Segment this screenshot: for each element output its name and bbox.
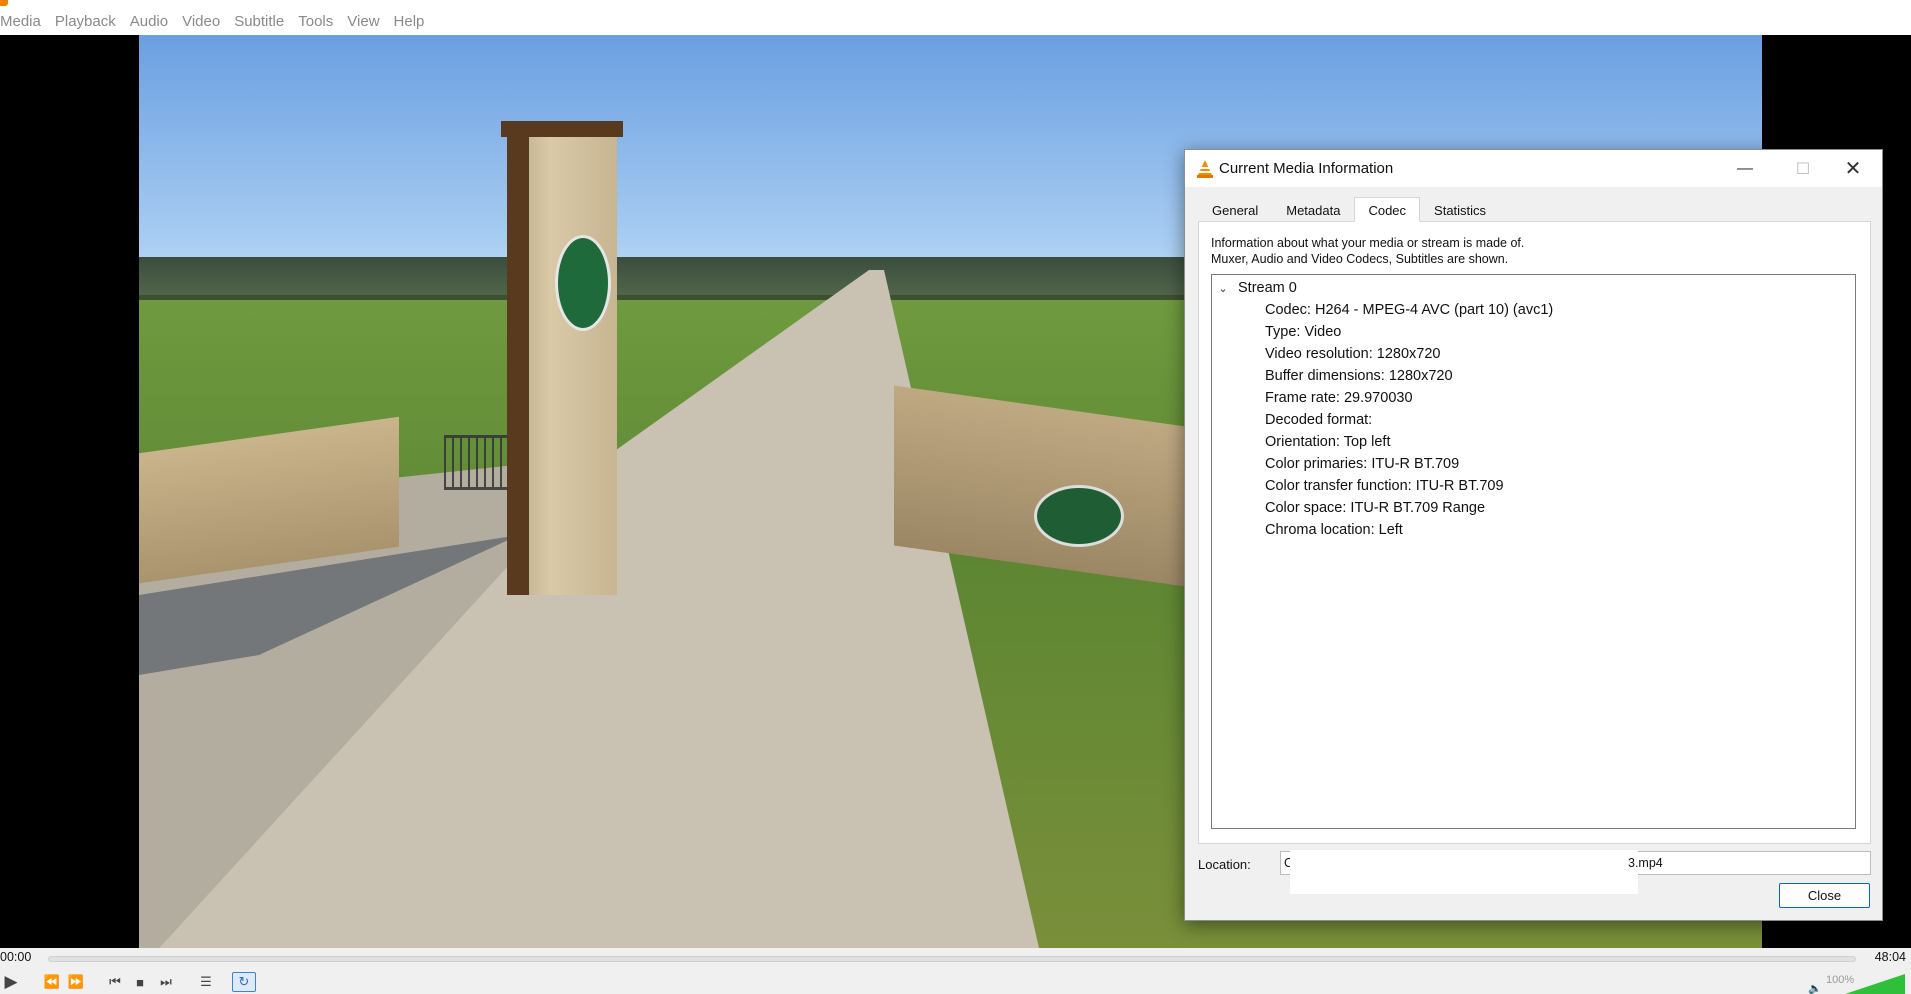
window-title-strip [0, 0, 1911, 8]
stream-property-row[interactable]: Buffer dimensions: 1280x720 [1265, 365, 1553, 387]
location-field[interactable]: C 3.mp4 [1280, 850, 1871, 894]
prev-icon[interactable]: ⏪ [42, 972, 62, 992]
dialog-title: Current Media Information [1219, 160, 1394, 177]
stream-label: Stream 0 [1238, 280, 1297, 296]
tab-codec[interactable]: Codec [1354, 197, 1421, 222]
playback-controls: 00:00 48:04 ▶ ⏪ ⏩ ⏮ ■ ⏭ ☰ ↻ 🔈 100% [0, 948, 1911, 994]
menu-help[interactable]: Help [387, 8, 432, 35]
loop-icon[interactable]: ↻ [232, 972, 256, 992]
stream-tree[interactable]: ⌄ Stream 0 Codec: H264 - MPEG-4 AVC (par… [1211, 274, 1856, 829]
maximize-icon[interactable]: ☐ [1780, 150, 1826, 187]
media-information-dialog: Current Media Information — ☐ ✕ General … [1184, 149, 1883, 921]
kangaroo-emblem-icon [1034, 485, 1124, 547]
location-redaction [1290, 850, 1638, 894]
video-pillar-post [507, 125, 529, 595]
stream-property-row[interactable]: Color transfer function: ITU-R BT.709 [1265, 475, 1553, 497]
stream-properties: Codec: H264 - MPEG-4 AVC (part 10) (avc1… [1265, 299, 1553, 541]
dialog-tabs: General Metadata Codec Statistics [1198, 197, 1500, 222]
codec-info-line-1: Information about what your media or str… [1211, 236, 1525, 250]
play-icon[interactable]: ▶ [2, 972, 20, 992]
skip-back-icon[interactable]: ⏮ [104, 972, 126, 992]
total-time: 48:04 [1874, 950, 1906, 964]
stream-property-row[interactable]: Codec: H264 - MPEG-4 AVC (part 10) (avc1… [1265, 299, 1553, 321]
close-icon[interactable]: ✕ [1830, 150, 1876, 187]
minimize-icon[interactable]: — [1722, 150, 1768, 187]
dialog-titlebar[interactable]: Current Media Information — ☐ ✕ [1185, 150, 1882, 187]
stream-property-row[interactable]: Frame rate: 29.970030 [1265, 387, 1553, 409]
codec-info-line-2: Muxer, Audio and Video Codecs, Subtitles… [1211, 252, 1509, 266]
tab-general[interactable]: General [1198, 197, 1272, 222]
stop-icon[interactable]: ■ [131, 972, 149, 992]
menu-view[interactable]: View [340, 8, 386, 35]
location-label: Location: [1198, 857, 1251, 872]
vlc-cone-icon [1197, 160, 1213, 178]
stream-property-row[interactable]: Orientation: Top left [1265, 431, 1553, 453]
current-time: 00:00 [0, 950, 32, 964]
menu-video[interactable]: Video [175, 8, 227, 35]
stream-property-row[interactable]: Chroma location: Left [1265, 519, 1553, 541]
vlc-app-icon [0, 0, 8, 6]
stream-property-row[interactable]: Decoded format: [1265, 409, 1553, 431]
menu-media[interactable]: Media [0, 8, 48, 35]
stream-property-row[interactable]: Type: Video [1265, 321, 1553, 343]
video-pillar-cap [501, 121, 623, 137]
menu-tools[interactable]: Tools [291, 8, 340, 35]
tree-item-stream-0[interactable]: ⌄ Stream 0 [1212, 277, 1297, 299]
seek-bar[interactable] [48, 956, 1856, 962]
skip-forward-icon[interactable]: ⏭ [155, 972, 177, 992]
location-suffix: 3.mp4 [1628, 856, 1663, 870]
equalizer-icon[interactable]: ☰ [195, 972, 217, 992]
tab-metadata[interactable]: Metadata [1272, 197, 1354, 222]
menu-audio[interactable]: Audio [123, 8, 175, 35]
menu-playback[interactable]: Playback [48, 8, 123, 35]
menu-bar: Media Playback Audio Video Subtitle Tool… [0, 8, 1911, 35]
next-icon[interactable]: ⏩ [66, 972, 86, 992]
stream-property-row[interactable]: Video resolution: 1280x720 [1265, 343, 1553, 365]
volume-slider[interactable] [1845, 974, 1905, 994]
stream-property-row[interactable]: Color primaries: ITU-R BT.709 [1265, 453, 1553, 475]
speaker-icon[interactable]: 🔈 [1808, 982, 1822, 994]
menu-subtitle[interactable]: Subtitle [227, 8, 291, 35]
close-button[interactable]: Close [1779, 883, 1870, 908]
stream-property-row[interactable]: Color space: ITU-R BT.709 Range [1265, 497, 1553, 519]
codec-panel: Information about what your media or str… [1198, 221, 1871, 844]
chevron-down-icon[interactable]: ⌄ [1212, 282, 1234, 295]
kangaroo-emblem-icon [555, 235, 611, 331]
tab-statistics[interactable]: Statistics [1420, 197, 1500, 222]
